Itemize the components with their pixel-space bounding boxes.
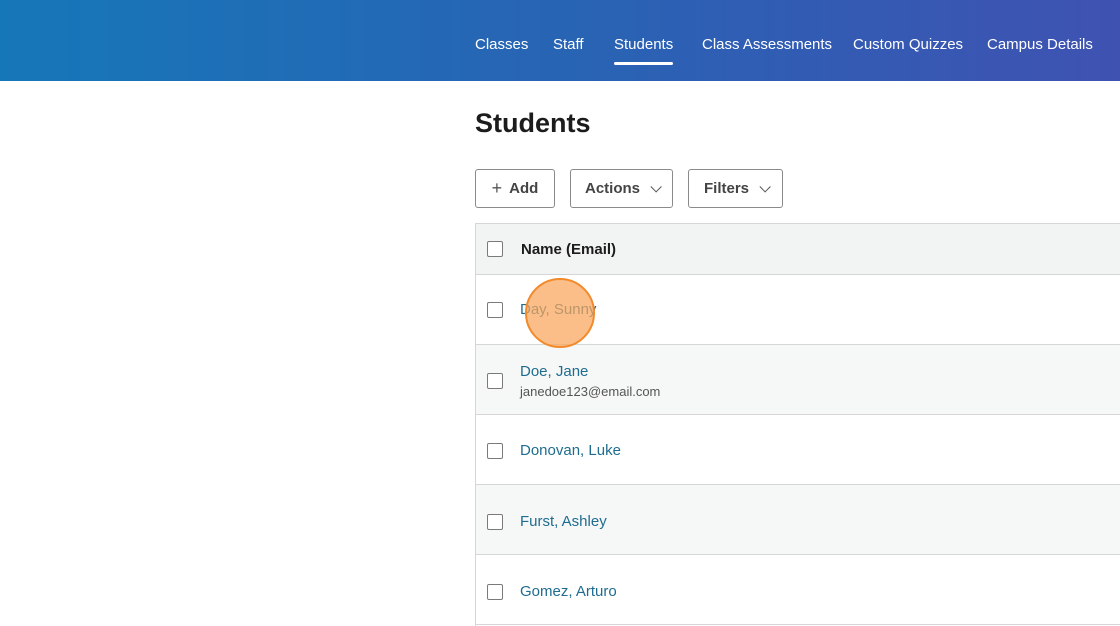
add-button[interactable]: + Add — [475, 169, 555, 208]
actions-button-label: Actions — [584, 180, 640, 197]
student-name-link[interactable]: Doe, Jane — [520, 363, 588, 380]
top-navigation-bar: Classes Staff Students Class Assessments… — [0, 0, 1120, 81]
table-row: Doe, Jane janedoe123@email.com — [476, 345, 1120, 415]
student-email: janedoe123@email.com — [520, 384, 661, 399]
row-checkbox[interactable] — [487, 514, 503, 530]
student-name-link[interactable]: Day, Sunny — [520, 301, 596, 318]
table-row: Gomez, Arturo — [476, 555, 1120, 625]
add-button-label: Add — [509, 180, 539, 197]
select-all-checkbox[interactable] — [487, 241, 503, 257]
row-checkbox[interactable] — [487, 584, 503, 600]
nav-item-campus-details[interactable]: Campus Details — [987, 36, 1093, 53]
table-header: Name (Email) — [476, 223, 1120, 275]
students-table: Name (Email) Day, Sunny Doe, Jane janedo… — [475, 223, 1120, 626]
plus-icon: + — [491, 178, 503, 198]
student-name-link[interactable]: Gomez, Arturo — [520, 583, 617, 600]
table-row: Furst, Ashley — [476, 485, 1120, 555]
nav-item-class-assessments[interactable]: Class Assessments — [702, 36, 832, 53]
nav-item-classes[interactable]: Classes — [475, 36, 528, 53]
table-row: Day, Sunny — [476, 275, 1120, 345]
actions-dropdown-button[interactable]: Actions — [570, 169, 673, 208]
chevron-down-icon — [650, 180, 662, 193]
nav-item-students[interactable]: Students — [614, 36, 674, 65]
column-header-name-email[interactable]: Name (Email) — [521, 241, 616, 258]
row-checkbox[interactable] — [487, 443, 503, 459]
student-name-link[interactable]: Furst, Ashley — [520, 513, 607, 530]
filters-button-label: Filters — [703, 180, 749, 197]
page-title: Students — [475, 108, 591, 138]
nav-item-custom-quizzes[interactable]: Custom Quizzes — [853, 36, 963, 53]
table-row: Donovan, Luke — [476, 415, 1120, 485]
nav-item-staff[interactable]: Staff — [553, 36, 584, 53]
student-name-link[interactable]: Donovan, Luke — [520, 442, 621, 459]
chevron-down-icon — [759, 180, 771, 193]
filters-dropdown-button[interactable]: Filters — [688, 169, 783, 208]
row-checkbox[interactable] — [487, 373, 503, 389]
row-checkbox[interactable] — [487, 302, 503, 318]
